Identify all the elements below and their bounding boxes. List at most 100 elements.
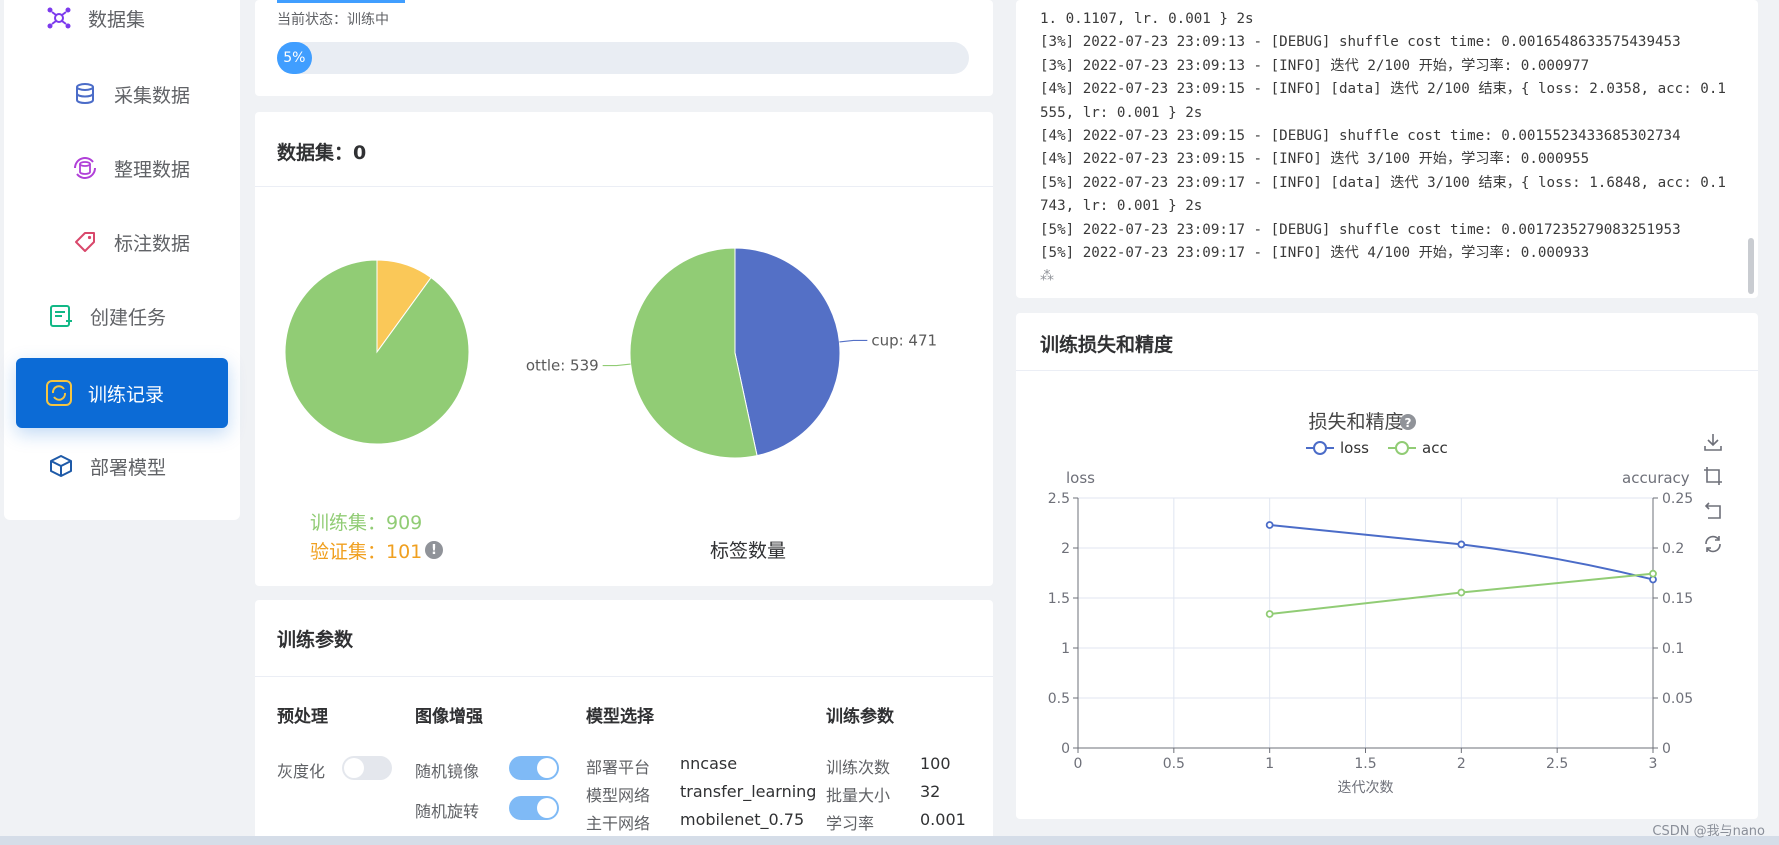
- learning-rate-label: 学习率: [826, 814, 875, 833]
- tag-icon: [70, 227, 100, 257]
- preprocess-header: 预处理: [277, 707, 328, 727]
- sidebar: 数据集 采集数据 整理数据 标注数据 创建任务 训练记录 部署模型: [4, 0, 240, 520]
- x-tick-label: 1: [1265, 756, 1274, 772]
- batch-size-value: 32: [920, 782, 941, 801]
- train-val-pie-chart: [284, 259, 470, 445]
- toggle-knob: [344, 758, 364, 778]
- dataset-icon: [44, 3, 74, 33]
- legend-item-loss[interactable]: loss: [1306, 439, 1369, 457]
- toggle-knob: [537, 798, 557, 818]
- sidebar-item-label: 标注数据: [114, 232, 191, 255]
- y2-axis-label: accuracy: [1622, 469, 1690, 487]
- sidebar-item-label: 采集数据: [114, 84, 191, 107]
- create-task-icon: [46, 301, 76, 331]
- y-tick-label: 2: [1061, 541, 1070, 557]
- database-icon: [70, 79, 100, 109]
- training-params-card: 训练参数 预处理 图像增强 模型选择 训练参数 灰度化 随机镜像 随机旋转 部署…: [255, 600, 993, 845]
- log-line: 1. 0.1107, lr. 0.001 } 2s: [1040, 11, 1254, 27]
- log-line: [4%] 2022-07-23 23:09:15 - [INFO] [data]…: [1040, 81, 1726, 121]
- backbone-label: 主干网络: [586, 814, 651, 833]
- loss-accuracy-chart: 损失和精度 ? loss acc loss accuracy 迭代次数 0 0.5 1 1.5 2 2.…: [1048, 411, 1693, 796]
- training-record-icon: [44, 378, 74, 408]
- download-icon[interactable]: [1702, 431, 1724, 453]
- label-count-pie-chart: cup: 471 bottle: 539: [525, 247, 937, 459]
- backbone-value: mobilenet_0.75: [680, 810, 805, 829]
- legend-item-acc[interactable]: acc: [1388, 439, 1448, 457]
- train-header: 训练参数: [826, 707, 894, 727]
- y-tick-label: 0.5: [1048, 691, 1070, 707]
- status-card: 当前状态：训练中 5%: [255, 0, 993, 96]
- watermark: CSDN @我与nano: [1652, 824, 1765, 839]
- pie-label: bottle: 539: [525, 357, 599, 375]
- zoom-reset-icon[interactable]: [1702, 499, 1724, 521]
- y2-tick-label: 0.1: [1662, 641, 1684, 657]
- sidebar-item-create-task[interactable]: 创建任务: [46, 294, 166, 338]
- divider: [255, 186, 993, 187]
- y2-tick-label: 0.25: [1662, 491, 1693, 507]
- batch-size-label: 批量大小: [826, 786, 891, 805]
- x-tick-label: 2: [1457, 756, 1466, 772]
- x-tick-label: 0.5: [1163, 756, 1185, 772]
- zoom-icon[interactable]: [1702, 465, 1724, 487]
- legend-label: acc: [1422, 439, 1448, 457]
- random-rotate-toggle[interactable]: [509, 796, 559, 820]
- sidebar-item-label: 训练记录: [88, 383, 165, 406]
- random-rotate-label: 随机旋转: [415, 802, 480, 821]
- grayscale-label: 灰度化: [277, 762, 326, 781]
- x-axis-label: 迭代次数: [1338, 780, 1394, 796]
- network-value: transfer_learning: [680, 782, 817, 801]
- sidebar-item-label: 部署模型: [90, 456, 167, 479]
- sidebar-item-annotate-data[interactable]: 标注数据: [70, 220, 190, 264]
- data-point-loss[interactable]: [1265, 521, 1274, 529]
- training-log-card: 1. 0.1107, lr. 0.001 } 2s [3%] 2022-07-23…: [1016, 0, 1758, 298]
- info-icon[interactable]: !: [425, 541, 443, 559]
- dataset-card: 数据集：0 cup: 471 bottle: 539 训练集：909 验证集：10…: [255, 112, 993, 586]
- sidebar-item-training-record[interactable]: 训练记录: [16, 358, 228, 428]
- sidebar-item-organize-data[interactable]: 整理数据: [70, 146, 190, 190]
- divider: [1016, 370, 1758, 371]
- loss-card-title: 训练损失和精度: [1040, 334, 1174, 356]
- y-tick-label: 1: [1061, 641, 1070, 657]
- params-title: 训练参数: [277, 629, 354, 651]
- grayscale-toggle[interactable]: [342, 756, 392, 780]
- log-line: [5%] 2022-07-23 23:09:17 - [INFO] 迭代 4/1…: [1040, 245, 1590, 262]
- label-chart-title: 标签数量: [710, 540, 787, 562]
- platform-value: nncase: [680, 754, 738, 773]
- data-point-acc[interactable]: [1457, 588, 1466, 597]
- y-tick-label: 1.5: [1048, 591, 1070, 607]
- help-icon[interactable]: ?: [1400, 414, 1416, 430]
- data-point-loss[interactable]: [1457, 540, 1466, 549]
- sidebar-item-label: 数据集: [88, 8, 146, 31]
- network-label: 模型网络: [586, 786, 651, 805]
- log-line: [4%] 2022-07-23 23:09:15 - [DEBUG] shuff…: [1040, 128, 1681, 145]
- log-line: [5%] 2022-07-23 23:09:17 - [DEBUG] shuff…: [1040, 221, 1681, 238]
- legend-label: loss: [1340, 439, 1369, 457]
- random-mirror-toggle[interactable]: [509, 756, 559, 780]
- x-tick-label: 3: [1649, 756, 1658, 772]
- x-tick-label: 0: [1074, 756, 1083, 772]
- refresh-database-icon: [70, 153, 100, 183]
- learning-rate-value: 0.001: [920, 810, 966, 829]
- x-tick-label: 2.5: [1546, 756, 1568, 772]
- sidebar-item-deploy-model[interactable]: 部署模型: [46, 444, 166, 488]
- pie-slice-train[interactable]: [284, 259, 470, 445]
- log-line: [3%] 2022-07-23 23:09:13 - [INFO] 迭代 2/1…: [1040, 57, 1590, 74]
- chart-title: 损失和精度: [1308, 411, 1403, 433]
- sidebar-item-dataset[interactable]: 数据集: [44, 0, 145, 40]
- y-tick-label: 2.5: [1048, 491, 1070, 507]
- epochs-value: 100: [920, 754, 951, 773]
- y-tick-label: 0: [1061, 741, 1070, 757]
- svg-text:?: ?: [1405, 416, 1412, 430]
- data-point-acc[interactable]: [1265, 610, 1274, 618]
- restore-icon[interactable]: [1702, 533, 1724, 555]
- training-status: 当前状态：训练中: [277, 12, 389, 28]
- sidebar-item-collect-data[interactable]: 采集数据: [70, 72, 190, 116]
- y2-tick-label: 0.05: [1662, 691, 1693, 707]
- loading-spinner-icon: ⁂: [1040, 268, 1055, 285]
- tab-indicator: [277, 0, 405, 3]
- log-scrollbar[interactable]: [1748, 238, 1754, 294]
- random-mirror-label: 随机镜像: [415, 762, 480, 781]
- data-point-acc[interactable]: [1649, 569, 1657, 578]
- sidebar-item-label: 整理数据: [114, 158, 191, 181]
- toggle-knob: [537, 758, 557, 778]
